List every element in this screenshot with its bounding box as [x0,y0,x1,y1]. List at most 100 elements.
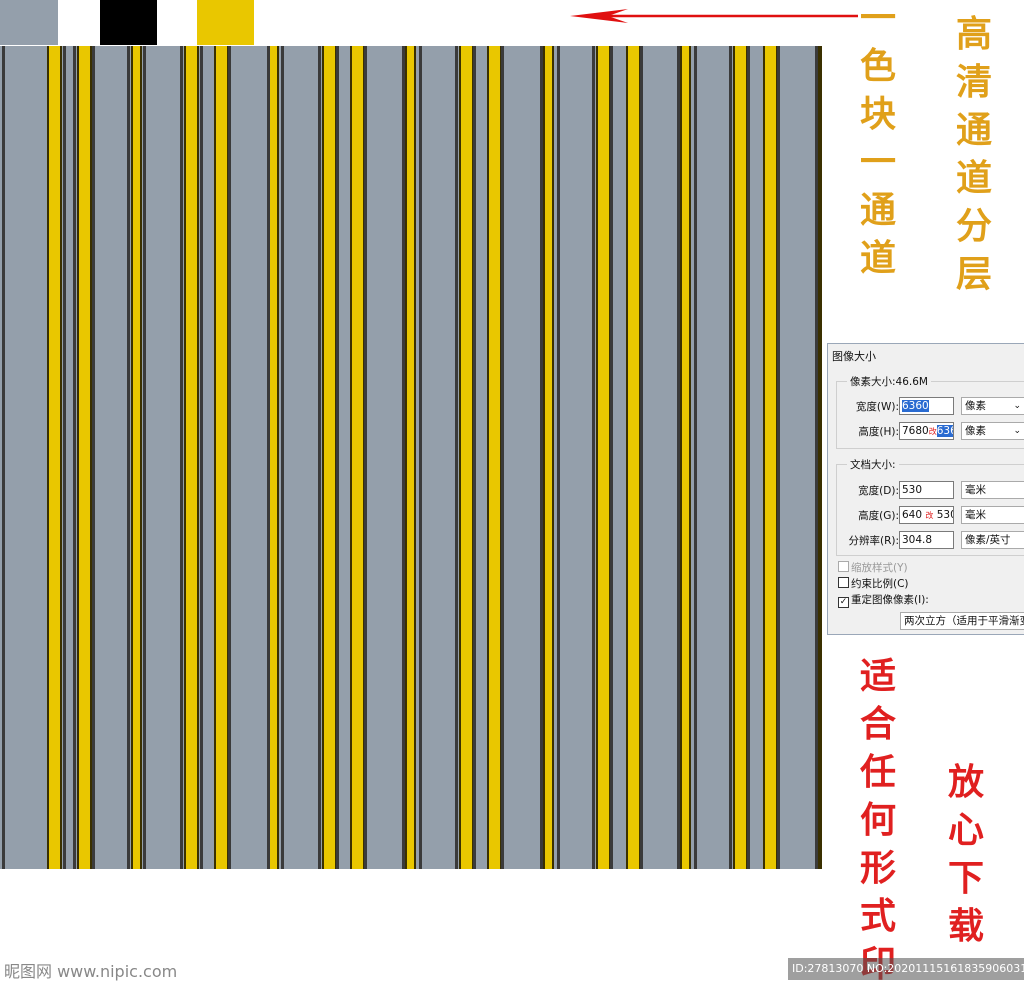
caption-char: 分 [955,205,992,247]
document-size-group: 文档大小: 宽度(D): 530 毫米 高度(G): 640 改 530 毫米 … [836,457,1024,556]
caption-char: 清 [955,61,992,103]
width-input[interactable]: 6360 [899,397,954,415]
caption-char: 形 [859,847,896,889]
height-input[interactable]: 7680改6360 [899,422,954,440]
stripe-edge [73,46,76,869]
doc-height-label: 高度(G): [858,510,899,522]
height-label: 高度(H): [858,426,899,438]
caption-char: 适 [859,655,896,697]
stripe-edge [267,46,270,869]
yellow-stripe [459,46,474,869]
caption-char: 放 [947,761,984,803]
stripe-edge [402,46,405,869]
caption-char: 块 [859,93,896,135]
caption-char: 下 [947,857,984,899]
stripe-edge [815,46,818,869]
caption-char: 色 [859,45,896,87]
stripe-edge [501,46,504,869]
stripe-edge [747,46,750,869]
yellow-stripe [763,46,778,869]
stripe-edge [336,46,339,869]
stripe-edge [364,46,367,869]
arrow-left-icon [570,9,858,23]
resolution-input[interactable]: 304.8 [899,531,954,549]
yellow-stripe [596,46,611,869]
stripe-edge [540,46,543,869]
chevron-down-icon: ⌄ [1013,426,1021,436]
chevron-down-icon: ⌄ [1013,401,1021,411]
image-size-dialog: 图像大小 像素大小:46.6M 宽度(W): 6360 像素 ⌄ 高度(H): 7… [827,343,1024,635]
yellow-stripe [350,46,365,869]
stripe-edge [592,46,595,869]
dialog-title: 图像大小 [832,350,876,363]
caption-char: 层 [955,253,992,295]
caption-one-block-one-channel: 一色块一通道 [852,0,904,282]
caption-char: 式 [859,895,896,937]
caption-char: 合 [859,703,896,745]
caption-suitable-any-print: 适合任何形式印 [852,652,904,988]
yellow-stripe [77,46,92,869]
yellow-stripe [543,46,554,869]
yellow-stripe [131,46,142,869]
yellow-stripe [733,46,748,869]
swatch-gray [0,0,58,45]
stripe-edge [127,46,130,869]
yellow-stripe [818,46,822,869]
yellow-stripe [405,46,416,869]
doc-width-input[interactable]: 530 [899,481,954,499]
stripe-edge [419,46,422,869]
pixel-dimensions-group: 像素大小:46.6M 宽度(W): 6360 像素 ⌄ 高度(H): 7680改6… [836,374,1024,449]
stripe-edge [143,46,146,869]
resample-method-select[interactable]: 两次立方（适用于平滑渐变 [900,612,1024,630]
stripe-edge [92,46,95,869]
stripe-edge [180,46,183,869]
caption-hd-channel-layers: 高清通道分层 [948,10,1000,298]
stripe-edge [473,46,476,869]
stripe-edge [228,46,231,869]
caption-char: 道 [955,157,992,199]
stripe-edge [281,46,284,869]
caption-char: 何 [859,799,896,841]
stripe-pattern [0,46,822,869]
scale-styles-checkbox[interactable]: 缩放样式(Y) [838,560,908,575]
stripe-edge [318,46,321,869]
stripe-edge [777,46,780,869]
stripe-edge [677,46,680,869]
stripe-edge [2,46,5,869]
stripe-edge [455,46,458,869]
swatch-black [100,0,157,45]
resolution-label: 分辨率(R): [848,535,899,547]
yellow-stripe [487,46,502,869]
width-unit-select[interactable]: 像素 ⌄ [961,397,1024,415]
stripe-edge [63,46,66,869]
caption-char: 一 [859,0,896,39]
doc-height-input[interactable]: 640 改 530 [899,506,954,524]
stripe-edge [610,46,613,869]
pixel-size-label: 像素大小:46.6M [847,374,931,389]
caption-char: 载 [947,905,984,947]
stripe-edge [729,46,732,869]
stripe-edge [694,46,697,869]
image-id-bar: ID:27813070 NO:20201115161835906031 [788,958,1024,980]
doc-width-label: 宽度(D): [858,485,899,497]
caption-char: 通 [955,109,992,151]
doc-height-unit-select[interactable]: 毫米 [961,506,1024,524]
yellow-stripe [322,46,337,869]
height-unit-select[interactable]: 像素 ⌄ [961,422,1024,440]
resample-checkbox[interactable]: ✓ 重定图像像素(I): [838,592,929,608]
watermark: 昵图网 www.nipic.com [4,962,178,981]
checkmark-icon: ✓ [838,597,849,608]
doc-width-unit-select[interactable]: 毫米 [961,481,1024,499]
yellow-stripe [214,46,229,869]
caption-download-safely: 放心下载 [940,758,992,950]
doc-size-label: 文档大小: [847,457,899,472]
resolution-unit-select[interactable]: 像素/英寸 [961,531,1024,549]
caption-char: 道 [859,237,896,279]
width-label: 宽度(W): [855,401,899,413]
yellow-stripe [680,46,691,869]
yellow-stripe [626,46,641,869]
constrain-proportions-checkbox[interactable]: 约束比例(C) [838,576,909,591]
swatch-yellow [197,0,254,45]
yellow-stripe [47,46,62,869]
yellow-stripe [184,46,199,869]
